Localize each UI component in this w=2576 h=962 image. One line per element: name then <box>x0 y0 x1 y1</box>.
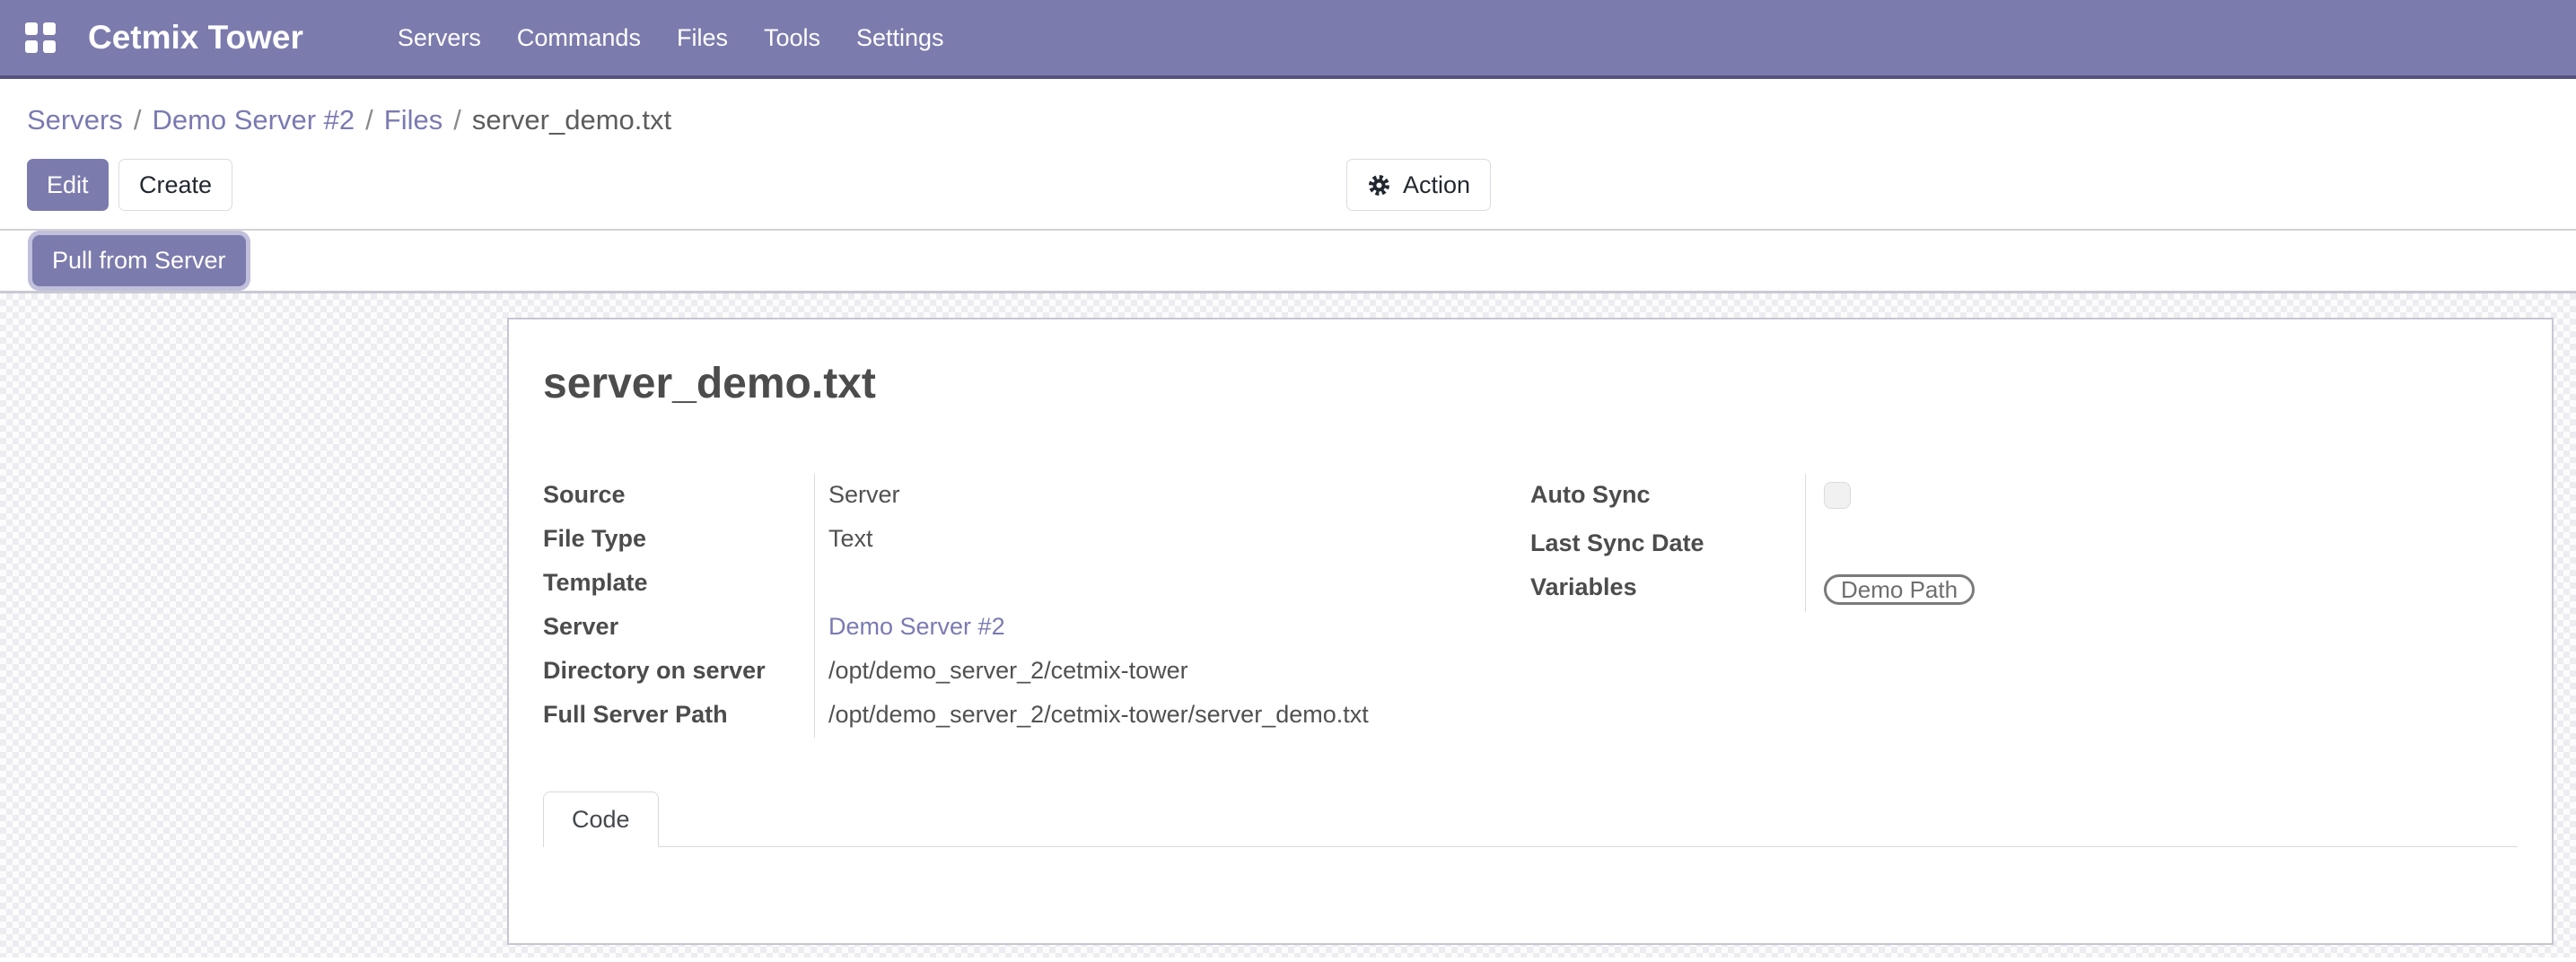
top-navbar: Cetmix Tower ServersCommandsFilesToolsSe… <box>0 0 2576 79</box>
content-area: server_demo.txt SourceServerFile TypeTex… <box>0 293 2576 958</box>
field-label-auto-sync: Auto Sync <box>1530 474 1805 522</box>
field-label-file-type: File Type <box>543 518 814 562</box>
breadcrumb-separator: / <box>365 104 373 136</box>
field-value-template <box>814 562 1530 606</box>
create-button[interactable]: Create <box>118 159 232 211</box>
breadcrumb-current: server_demo.txt <box>472 104 671 136</box>
field-label-variables: Variables <box>1530 566 1805 612</box>
nav-item-servers[interactable]: Servers <box>398 24 481 52</box>
notebook-header-rule <box>659 791 2518 847</box>
nav-menu: Servers Commands Files Tools Settings <box>398 24 944 52</box>
field-label-last-sync-date: Last Sync Date <box>1530 522 1805 566</box>
gear-icon <box>1367 173 1391 197</box>
breadcrumb: Servers / Demo Server #2 / Files / server_demo… <box>27 102 2549 138</box>
app-brand[interactable]: Cetmix Tower <box>88 19 303 57</box>
field-value-directory-on-server: /opt/demo_server_2/cetmix-tower <box>814 650 1530 694</box>
field-label-server: Server <box>543 606 814 650</box>
nav-item-settings[interactable]: Settings <box>856 24 944 52</box>
breadcrumb-separator: / <box>453 104 461 136</box>
apps-grid-icon[interactable] <box>25 22 56 53</box>
nav-item-commands[interactable]: Commands <box>517 24 641 52</box>
tag-demo-path: Demo Path <box>1824 574 1975 605</box>
field-value-server: Demo Server #2 <box>814 606 1530 650</box>
field-group-left: SourceServerFile TypeTextTemplateServerD… <box>543 474 1530 738</box>
statusbar: Pull from Server <box>0 229 2576 293</box>
field-label-full-server-path: Full Server Path <box>543 694 814 738</box>
field-value-variables: Demo Path <box>1805 566 2518 612</box>
form-sheet: server_demo.txt SourceServerFile TypeTex… <box>507 318 2554 945</box>
notebook-tabs: Code <box>543 791 2518 847</box>
control-panel: Servers / Demo Server #2 / Files / server_demo… <box>0 79 2576 229</box>
nav-item-tools[interactable]: Tools <box>764 24 820 52</box>
auto-sync-checkbox[interactable] <box>1824 482 1851 509</box>
link-demo-server-2[interactable]: Demo Server #2 <box>828 613 1005 640</box>
field-value-source: Server <box>814 474 1530 518</box>
tab-code[interactable]: Code <box>543 791 659 847</box>
field-value-last-sync-date <box>1805 522 2518 566</box>
field-label-source: Source <box>543 474 814 518</box>
field-groups: SourceServerFile TypeTextTemplateServerD… <box>543 474 2518 738</box>
field-group-right: Auto SyncLast Sync DateVariables Demo Pat… <box>1530 474 2518 738</box>
field-value-full-server-path: /opt/demo_server_2/cetmix-tower/server_d… <box>814 694 1530 738</box>
nav-item-files[interactable]: Files <box>677 24 728 52</box>
field-label-directory-on-server: Directory on server <box>543 650 814 694</box>
tab-content-code <box>543 847 2518 937</box>
breadcrumb-link-servers[interactable]: Servers <box>27 104 123 136</box>
record-title: server_demo.txt <box>543 359 2518 409</box>
action-button[interactable]: Action <box>1346 159 1491 211</box>
pull-from-server-button[interactable]: Pull from Server <box>32 235 246 286</box>
field-value-auto-sync <box>1805 474 2518 522</box>
field-value-file-type: Text <box>814 518 1530 562</box>
action-button-label: Action <box>1403 171 1470 199</box>
breadcrumb-separator: / <box>134 104 142 136</box>
breadcrumb-link-demo-server-2[interactable]: Demo Server #2 <box>152 104 355 136</box>
breadcrumb-link-files[interactable]: Files <box>384 104 442 136</box>
edit-button[interactable]: Edit <box>27 159 109 211</box>
button-row: Edit Create Action <box>27 159 2549 211</box>
field-label-template: Template <box>543 562 814 606</box>
